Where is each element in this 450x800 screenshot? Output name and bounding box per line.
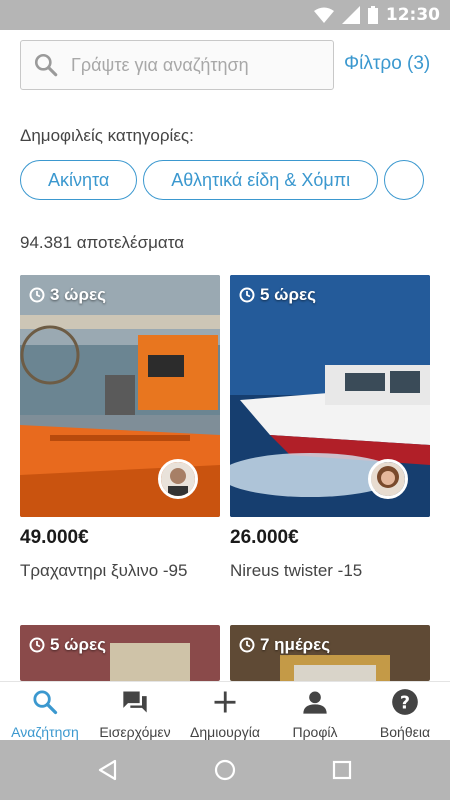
nav-item-label: Βοήθεια — [379, 724, 431, 740]
category-chips: Ακίνητα Αθλητικά είδη & Χόμπι — [20, 160, 450, 200]
wifi-icon — [313, 7, 334, 23]
status-bar: 12:30 — [0, 0, 450, 30]
listing-time: 5 ώρες — [239, 285, 316, 305]
category-chip-sports-hobbies[interactable]: Αθλητικά είδη & Χόμπι — [143, 160, 379, 200]
listing-time: 3 ώρες — [29, 285, 106, 305]
listing-title: Τραχαντηρι ξυλινο -95 — [20, 561, 188, 580]
svg-text:?: ? — [400, 693, 410, 713]
search-box[interactable] — [20, 40, 334, 90]
person-icon — [303, 691, 327, 714]
listing-price: 26.000€ — [230, 527, 299, 548]
listing-title: Nireus twister -15 — [230, 561, 363, 580]
listing-card[interactable]: 7 ημέρες — [230, 625, 430, 681]
nav-item-search[interactable]: Αναζήτηση — [0, 682, 90, 740]
listing-time: 5 ώρες — [29, 635, 106, 655]
chat-icon — [123, 691, 147, 713]
recents-icon[interactable] — [331, 759, 353, 781]
signal-icon — [341, 6, 360, 24]
seller-avatar[interactable] — [368, 459, 408, 499]
listing-image[interactable]: 5 ώρες — [230, 275, 430, 517]
back-icon[interactable] — [97, 759, 119, 781]
nav-item-inbox[interactable]: Εισερχόμεν — [90, 682, 180, 740]
bottom-navigation: Αναζήτηση Εισερχόμεν Δημιουργία Προφίλ ?… — [0, 681, 450, 740]
nav-item-label: Εισερχόμεν — [99, 724, 171, 740]
search-icon — [34, 53, 58, 77]
listing-price: 49.000€ — [20, 527, 89, 548]
filter-button[interactable]: Φίλτρο (3) — [344, 53, 430, 75]
listing-card[interactable]: 5 ώρες 26.000€ Nireus twister -15 — [230, 275, 430, 581]
clock-icon — [29, 637, 45, 653]
nav-item-help[interactable]: ? Βοήθεια — [360, 682, 450, 740]
clock-icon — [239, 637, 255, 653]
category-chip-next[interactable] — [384, 160, 425, 200]
clock-icon — [29, 287, 45, 303]
nav-item-label: Δημιουργία — [190, 724, 260, 740]
results-count: 94.381 αποτελέσματα — [20, 233, 185, 252]
listing-card[interactable]: 3 ώρες 49.000€ Τραχαντηρι ξυλινο -95 — [20, 275, 220, 581]
help-icon: ? — [392, 689, 418, 715]
listing-image[interactable]: 7 ημέρες — [230, 625, 430, 681]
search-icon — [33, 690, 58, 715]
nav-item-create[interactable]: Δημιουργία — [180, 682, 270, 740]
clock: 12:30 — [385, 5, 440, 25]
listing-time: 7 ημέρες — [239, 635, 330, 655]
seller-avatar[interactable] — [158, 459, 198, 499]
listing-image[interactable]: 5 ώρες — [20, 625, 220, 681]
clock-icon — [239, 287, 255, 303]
listing-image[interactable]: 3 ώρες — [20, 275, 220, 517]
category-chip-real-estate[interactable]: Ακίνητα — [20, 160, 138, 200]
nav-item-profile[interactable]: Προφίλ — [270, 682, 360, 740]
home-icon[interactable] — [214, 759, 236, 781]
system-navigation-bar — [0, 740, 450, 800]
nav-item-label: Αναζήτηση — [11, 724, 79, 740]
popular-categories-label: Δημοφιλείς κατηγορίες: — [20, 126, 194, 145]
search-input[interactable] — [71, 54, 321, 76]
battery-icon — [367, 6, 378, 24]
listing-card[interactable]: 5 ώρες — [20, 625, 220, 681]
plus-icon — [214, 691, 236, 713]
nav-item-label: Προφίλ — [292, 724, 338, 740]
